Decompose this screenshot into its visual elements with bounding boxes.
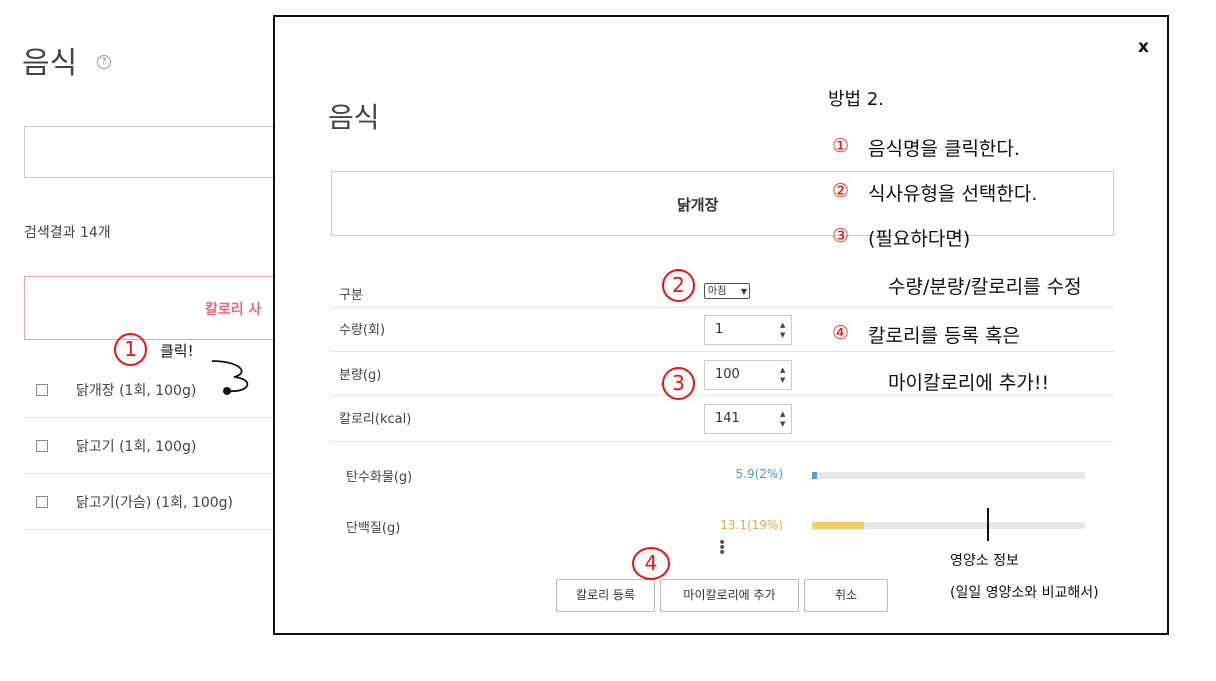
add-my-calorie-button[interactable]: 마이칼로리에 추가 [660, 579, 799, 612]
weight-value: 100 [715, 367, 740, 382]
annotation-step1: 음식명을 클릭한다. [868, 138, 1020, 160]
modal-title: 음식 [328, 101, 380, 134]
chevron-down-icon: ▼ [740, 287, 747, 296]
annotation-marker: 4 [632, 547, 670, 580]
list-item[interactable]: 닭고기 (1회, 100g) [24, 418, 284, 474]
checkbox[interactable] [36, 384, 48, 396]
result-count: 검색결과 14개 [24, 225, 111, 241]
annotation-num: ② [832, 180, 850, 202]
cancel-button[interactable]: 취소 [804, 579, 888, 612]
calorie-stepper[interactable]: 141 ▲ ▼ [704, 404, 792, 434]
divider [331, 307, 1114, 308]
list-item[interactable]: 닭고기(가슴) (1회, 100g) [24, 474, 284, 530]
meal-type-select[interactable]: 아침 ▼ [704, 283, 750, 299]
nutrient-bar-fill [812, 522, 864, 529]
annotation-num: ③ [832, 225, 850, 247]
search-input[interactable] [24, 126, 285, 178]
spinner-icon[interactable]: ▲ ▼ [780, 365, 788, 385]
meal-type-value: 아침 [708, 286, 727, 297]
nutrient-label: 단백질(g) [346, 521, 401, 536]
annotation-marker: 3 [662, 367, 695, 400]
annotation-step4: 칼로리를 등록 혹은 [868, 325, 1020, 347]
food-name: 닭개장 [677, 196, 719, 214]
nutrient-value: 5.9(2%) [735, 467, 783, 481]
annotation-step3: (필요하다면) [868, 228, 971, 250]
weight-stepper[interactable]: 100 ▲ ▼ [704, 360, 792, 390]
annotation-num: ④ [832, 322, 850, 344]
spinner-icon[interactable]: ▲ ▼ [780, 409, 788, 429]
weight-label: 분량(g) [339, 368, 382, 383]
divider [331, 441, 1114, 442]
close-icon[interactable]: x [1138, 37, 1149, 57]
annotation-step4b: 마이칼로리에 추가!! [888, 372, 1050, 394]
annotation-click: 클릭! [160, 342, 194, 360]
annotation-marker: 1 [114, 333, 147, 366]
nutrient-value: 13.1(19%) [720, 518, 783, 532]
calorie-label: 칼로리(kcal) [339, 412, 412, 427]
more-icon[interactable]: • • • [718, 536, 726, 560]
list-item-label[interactable]: 닭고기 (1회, 100g) [76, 436, 196, 456]
amount-label: 수량(회) [339, 323, 386, 338]
calorie-button-label: 칼로리 사 [205, 302, 262, 318]
annotation-marker: 2 [662, 269, 695, 302]
annotation-method-title: 방법 2. [828, 89, 885, 110]
annotation-nutrition: 영양소 정보 [950, 553, 1019, 569]
list-item-label[interactable]: 닭고기(가슴) (1회, 100g) [76, 492, 233, 512]
pointer-line [987, 508, 989, 541]
annotation-num: ① [832, 135, 850, 157]
annotation-step3b: 수량/분량/칼로리를 수정 [888, 276, 1082, 298]
nutrient-label: 탄수화물(g) [346, 470, 413, 485]
page-title: 음식 [22, 46, 78, 81]
nutrient-bar-fill [812, 472, 818, 479]
divider [331, 351, 1114, 352]
nutrient-bar [812, 522, 1085, 529]
arrow-icon [211, 360, 249, 395]
calorie-value: 141 [715, 411, 740, 426]
annotation-nutrition-detail: (일일 영양소와 비교해서) [950, 585, 1099, 601]
nutrient-bar [812, 472, 1085, 479]
register-button[interactable]: 칼로리 등록 [556, 579, 655, 612]
divider [331, 395, 1114, 396]
list-item-label[interactable]: 닭개장 (1회, 100g) [76, 380, 196, 400]
amount-value: 1 [715, 322, 724, 337]
spinner-icon[interactable]: ▲ ▼ [780, 320, 788, 340]
annotation-step2: 식사유형을 선택한다. [868, 183, 1038, 205]
checkbox[interactable] [36, 496, 48, 508]
calorie-button[interactable]: 칼로리 사 [24, 276, 284, 340]
checkbox[interactable] [36, 440, 48, 452]
amount-stepper[interactable]: 1 ▲ ▼ [704, 315, 792, 345]
category-label: 구분 [339, 288, 363, 303]
help-icon[interactable]: ? [97, 55, 111, 69]
